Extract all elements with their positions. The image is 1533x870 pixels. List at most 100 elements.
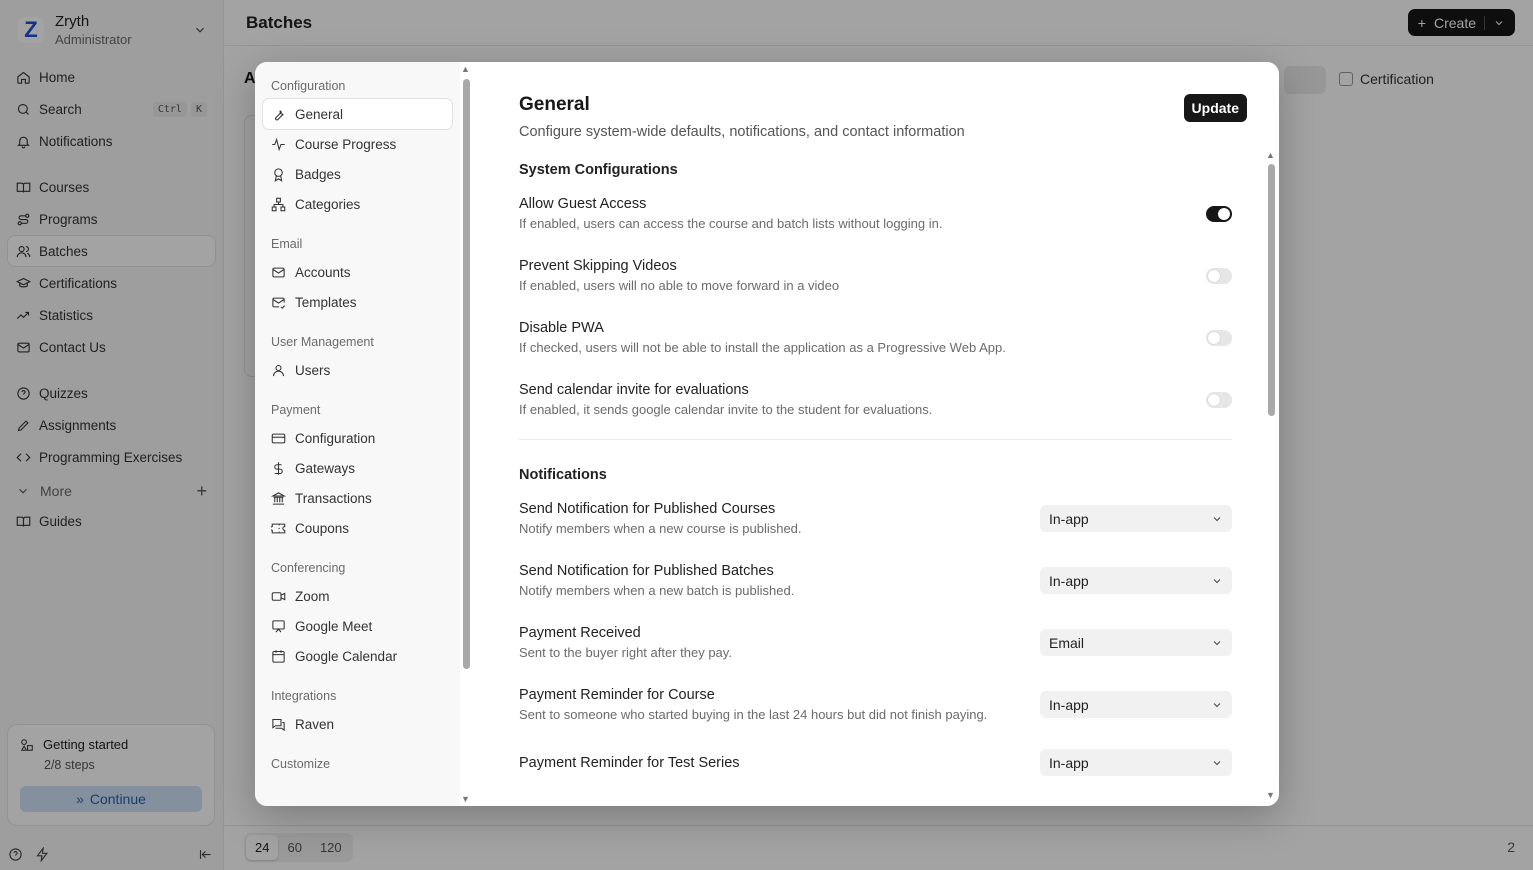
content-scrollbar[interactable]: ▲ ▼ — [1265, 150, 1277, 800]
setting-label: Send Notification for Published Courses — [519, 501, 776, 517]
award-icon — [274, 167, 283, 182]
setting-row-prevent-skipping-videos: Prevent Skipping Videos If enabled, user… — [519, 258, 1232, 293]
setting-row-allow-guest-access: Allow Guest Access If enabled, users can… — [519, 196, 1232, 231]
published-batches-channel-select[interactable]: In-app — [1040, 567, 1232, 594]
settings-nav-scrollbar[interactable]: ▲ ▼ — [460, 62, 472, 806]
setting-label: Send calendar invite for evaluations — [519, 382, 749, 398]
user-icon — [272, 364, 285, 376]
settings-item-label: Raven — [295, 716, 335, 732]
select-value: In-app — [1049, 572, 1089, 589]
settings-item-google-meet[interactable]: Google Meet — [263, 611, 452, 641]
settings-item-coupons[interactable]: Coupons — [263, 513, 452, 543]
select-value: In-app — [1049, 754, 1089, 771]
payment-reminder-test-series-channel-select[interactable]: In-app — [1040, 749, 1232, 776]
disable-pwa-toggle[interactable] — [1206, 329, 1232, 346]
settings-item-transactions[interactable]: Transactions — [263, 483, 452, 513]
setting-description: If enabled, it sends google calendar inv… — [519, 402, 933, 417]
notification-row-payment-received: Payment Received Sent to the buyer right… — [519, 625, 1232, 660]
settings-section-title: Integrations — [271, 689, 337, 703]
published-courses-channel-select[interactable]: In-app — [1040, 505, 1232, 532]
setting-label: Prevent Skipping Videos — [519, 258, 677, 274]
settings-item-categories[interactable]: Categories — [263, 189, 452, 219]
setting-row-calendar-invite: Send calendar invite for evaluations If … — [519, 382, 1232, 417]
settings-section-title: Email — [271, 237, 303, 251]
notification-row-payment-reminder-course: Payment Reminder for Course Sent to some… — [519, 687, 1232, 722]
select-value: In-app — [1049, 510, 1089, 527]
settings-item-accounts[interactable]: Accounts — [263, 257, 452, 287]
settings-item-label: Google Calendar — [295, 648, 398, 664]
scroll-up-arrow[interactable]: ▲ — [461, 64, 470, 74]
settings-section-title: Payment — [271, 403, 321, 417]
payment-reminder-course-channel-select[interactable]: In-app — [1040, 691, 1232, 718]
settings-item-zoom[interactable]: Zoom — [263, 581, 452, 611]
setting-description: If enabled, users can access the course … — [519, 216, 943, 231]
mail-icon — [272, 267, 285, 277]
scroll-up-arrow[interactable]: ▲ — [1266, 150, 1275, 160]
presentation-icon — [272, 619, 285, 632]
select-value: Email — [1049, 634, 1085, 651]
section-title: System Configurations — [519, 162, 678, 178]
setting-label: Payment Reminder for Course — [519, 687, 715, 703]
setting-label: Disable PWA — [519, 320, 604, 336]
chevron-down-icon — [1213, 578, 1221, 583]
scroll-down-arrow[interactable]: ▼ — [461, 794, 470, 804]
settings-item-general[interactable]: General — [263, 99, 452, 129]
setting-description: Notify members when a new batch is publi… — [519, 583, 795, 598]
chevron-down-icon — [1213, 760, 1221, 765]
update-button[interactable]: Update — [1183, 94, 1247, 122]
settings-item-gateways[interactable]: Gateways — [263, 453, 452, 483]
mail-check-icon — [272, 297, 286, 309]
setting-label: Payment Received — [519, 625, 641, 641]
setting-description: Sent to someone who started buying in th… — [519, 707, 988, 722]
general-settings-panel: General Configure system-wide defaults, … — [472, 62, 1279, 806]
setting-description: If checked, users will not be able to in… — [519, 340, 1006, 355]
settings-nav: Configuration General Course Progress Ba… — [255, 62, 470, 806]
settings-section-title: Conferencing — [271, 561, 346, 575]
setting-description: If enabled, users will no able to move f… — [519, 278, 840, 293]
settings-item-badges[interactable]: Badges — [263, 159, 452, 189]
allow-guest-access-toggle[interactable] — [1206, 205, 1232, 222]
settings-item-google-calendar[interactable]: Google Calendar — [263, 641, 452, 671]
dollar-icon — [274, 461, 283, 475]
network-icon — [271, 197, 286, 211]
calendar-icon — [272, 649, 285, 663]
wrench-icon — [275, 109, 284, 120]
payment-received-channel-select[interactable]: Email — [1040, 629, 1232, 656]
scroll-down-arrow[interactable]: ▼ — [1266, 790, 1275, 800]
activity-icon — [272, 137, 285, 151]
calendar-invite-toggle[interactable] — [1206, 391, 1232, 408]
ticket-icon — [271, 523, 286, 533]
settings-item-label: Course Progress — [295, 136, 397, 152]
settings-section-title: Configuration — [271, 79, 346, 93]
scrollbar-thumb[interactable] — [463, 79, 470, 669]
settings-item-label: Configuration — [295, 430, 376, 446]
video-icon — [271, 591, 286, 601]
settings-section-title: Customize — [271, 757, 331, 771]
settings-item-course-progress[interactable]: Course Progress — [263, 129, 452, 159]
notification-row-published-batches: Send Notification for Published Batches … — [519, 563, 1232, 598]
chevron-down-icon — [1213, 516, 1221, 521]
prevent-skipping-videos-toggle[interactable] — [1206, 267, 1232, 284]
messages-icon — [272, 718, 285, 731]
setting-label: Payment Reminder for Test Series — [519, 754, 740, 771]
settings-item-label: Google Meet — [295, 618, 373, 634]
settings-item-label: Coupons — [295, 520, 350, 536]
settings-item-label: Badges — [295, 166, 341, 182]
section-divider — [519, 439, 1232, 440]
setting-row-disable-pwa: Disable PWA If checked, users will not b… — [519, 320, 1232, 355]
settings-item-label: Templates — [295, 294, 357, 310]
settings-item-label: Transactions — [295, 490, 372, 506]
select-value: In-app — [1049, 696, 1089, 713]
settings-item-users[interactable]: Users — [263, 355, 452, 385]
setting-label: Send Notification for Published Batches — [519, 563, 774, 579]
settings-item-label: Zoom — [295, 588, 330, 604]
settings-item-raven[interactable]: Raven — [263, 709, 452, 739]
scrollbar-thumb[interactable] — [1268, 164, 1275, 416]
settings-item-templates[interactable]: Templates — [263, 287, 452, 317]
settings-item-label: Gateways — [295, 460, 356, 476]
settings-item-payment-configuration[interactable]: Configuration — [263, 423, 452, 453]
settings-item-label: Accounts — [295, 264, 351, 280]
bank-icon — [271, 491, 286, 505]
settings-item-label: Categories — [295, 196, 361, 212]
settings-item-label: General — [295, 106, 344, 122]
